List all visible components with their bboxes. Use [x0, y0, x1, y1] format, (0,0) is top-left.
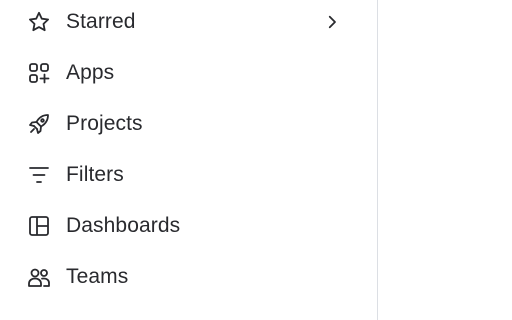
- apps-icon: [26, 60, 52, 86]
- sidebar-item-filters[interactable]: Filters: [14, 155, 354, 195]
- sidebar-item-label: Starred: [66, 10, 136, 33]
- dashboard-icon: [26, 213, 52, 239]
- people-icon: [26, 264, 52, 290]
- rocket-icon: [26, 111, 52, 137]
- sidebar-item-label: Apps: [66, 61, 115, 84]
- sidebar-nav: Starred Apps Projects Filters Dashboards…: [0, 0, 378, 320]
- sidebar-item-label: Projects: [66, 112, 143, 135]
- sidebar-item-dashboards[interactable]: Dashboards: [14, 206, 354, 246]
- filter-icon: [26, 162, 52, 188]
- sidebar-item-label: Dashboards: [66, 214, 181, 237]
- chevron-right-icon[interactable]: [322, 12, 342, 32]
- main-content-area: [378, 0, 512, 320]
- sidebar-item-teams[interactable]: Teams: [14, 257, 354, 297]
- sidebar-item-starred[interactable]: Starred: [14, 2, 354, 42]
- sidebar-item-apps[interactable]: Apps: [14, 53, 354, 93]
- sidebar-item-label: Teams: [66, 265, 129, 288]
- sidebar-item-label: Filters: [66, 163, 124, 186]
- star-icon: [26, 9, 52, 35]
- sidebar-item-projects[interactable]: Projects: [14, 104, 354, 144]
